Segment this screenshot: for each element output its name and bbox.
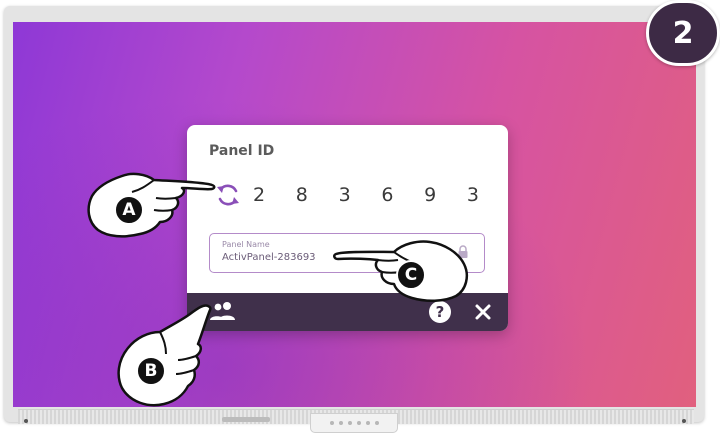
annotation-marker-c: C (396, 260, 426, 290)
help-icon[interactable]: ? (429, 301, 451, 323)
close-icon[interactable] (473, 302, 493, 322)
panel-id-digit: 3 (466, 184, 479, 206)
control-dot (338, 421, 343, 425)
front-control-tab (310, 413, 398, 433)
panel-name-label: Panel Name (222, 240, 270, 249)
panel-name-value: ActivPanel-283693 (222, 252, 316, 263)
control-dot (347, 421, 352, 425)
panel-id-digit: 6 (381, 184, 394, 206)
panel-id-digit: 8 (295, 184, 308, 206)
bezel-screw-right (682, 419, 686, 423)
refresh-icon[interactable] (215, 182, 241, 208)
control-dot (374, 421, 379, 425)
step-number-badge: 2 (646, 0, 720, 66)
control-dot (365, 421, 370, 425)
control-dot (356, 421, 361, 425)
dialog-title: Panel ID (209, 143, 275, 159)
bezel-screw-left (24, 419, 28, 423)
pointing-hand-icon (117, 304, 212, 407)
panel-id-digit: 2 (253, 184, 266, 206)
panel-id-digit: 3 (338, 184, 351, 206)
sensor-strip (222, 417, 270, 422)
annotation-marker-a: A (114, 195, 144, 225)
pointing-hand-icon (87, 172, 216, 238)
control-dot (329, 421, 334, 425)
panel-id-digits: 2 8 3 6 9 3 (253, 181, 479, 209)
annotation-marker-b: B (136, 356, 166, 386)
users-icon[interactable] (209, 301, 237, 321)
panel-id-digit: 9 (424, 184, 437, 206)
